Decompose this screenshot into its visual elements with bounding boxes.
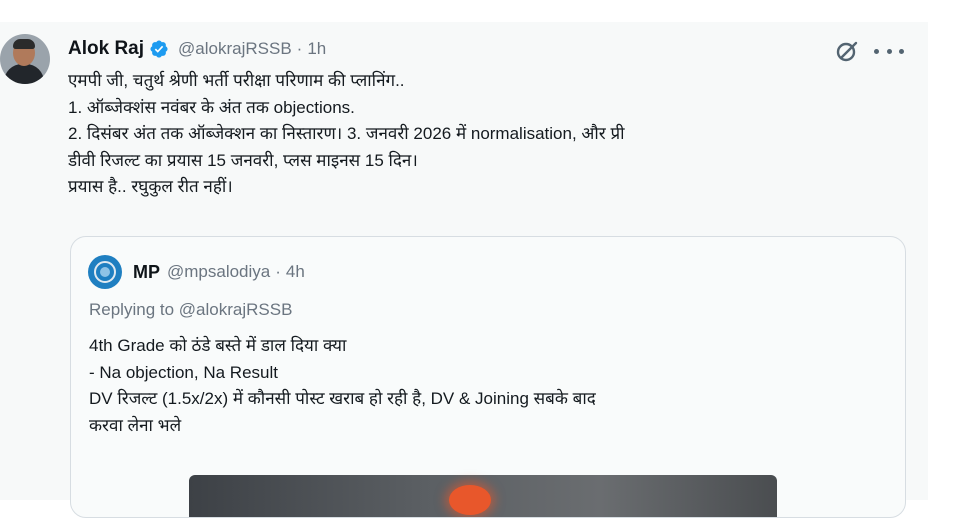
- tweet-text-line: प्रयास है.. रघुकुल रीत नहीं।: [68, 177, 233, 196]
- quoted-tweet[interactable]: MP @mpsalodiya · 4h Replying to @alokraj…: [70, 236, 906, 518]
- verified-badge-icon: [150, 40, 168, 58]
- quoted-text-line: 4th Grade को ठंडे बस्ते में डाल दिया क्य…: [89, 336, 347, 355]
- quoted-author-name[interactable]: MP: [133, 262, 160, 283]
- replying-to-label: Replying to: [89, 300, 175, 319]
- tweet-header: Alok Raj @alokrajRSSB · 1h: [68, 36, 326, 62]
- replying-to-handle[interactable]: @alokrajRSSB: [179, 300, 293, 319]
- tweet-text: एमपी जी, चतुर्थ श्रेणी भर्ती परीक्षा परि…: [68, 68, 908, 201]
- author-avatar[interactable]: [0, 34, 50, 84]
- quoted-author-handle[interactable]: @mpsalodiya: [167, 262, 270, 282]
- quoted-text-line: - Na objection, Na Result: [89, 362, 278, 382]
- quoted-media-image[interactable]: [189, 475, 777, 517]
- author-name[interactable]: Alok Raj: [68, 38, 144, 60]
- quoted-text-line: करवा लेना भले: [89, 415, 182, 435]
- tweet-time[interactable]: 1h: [307, 39, 326, 59]
- quoted-tweet-header: MP @mpsalodiya · 4h: [133, 259, 305, 285]
- separator-dot: ·: [296, 39, 303, 58]
- tweet-text-line: 1. ऑब्जेक्शंस नवंबर के अंत तक objections…: [68, 97, 355, 117]
- quoted-tweet-text: 4th Grade को ठंडे बस्ते में डाल दिया क्य…: [89, 333, 889, 439]
- separator-dot: ·: [275, 262, 281, 281]
- replying-to: Replying to @alokrajRSSB: [89, 300, 292, 320]
- quoted-author-avatar[interactable]: [88, 255, 122, 289]
- grok-icon[interactable]: [834, 38, 860, 64]
- tweet-text-line: एमपी जी, चतुर्थ श्रेणी भर्ती परीक्षा परि…: [68, 71, 405, 90]
- more-options-icon[interactable]: [874, 42, 904, 60]
- quoted-text-line: DV रिजल्ट (1.5x/2x) में कौनसी पोस्ट खराब…: [89, 389, 596, 408]
- tweet-text-line: 2. दिसंबर अंत तक ऑब्जेक्शन का निस्तारण। …: [68, 124, 625, 143]
- quoted-tweet-time[interactable]: 4h: [286, 262, 305, 282]
- tweet-text-line: डीवी रिजल्ट का प्रयास 15 जनवरी, प्लस माइ…: [68, 150, 418, 170]
- media-flame-shape: [449, 485, 491, 515]
- tweet-card[interactable]: Alok Raj @alokrajRSSB · 1h एमपी जी, चतुर…: [0, 22, 928, 518]
- author-handle[interactable]: @alokrajRSSB: [178, 39, 292, 59]
